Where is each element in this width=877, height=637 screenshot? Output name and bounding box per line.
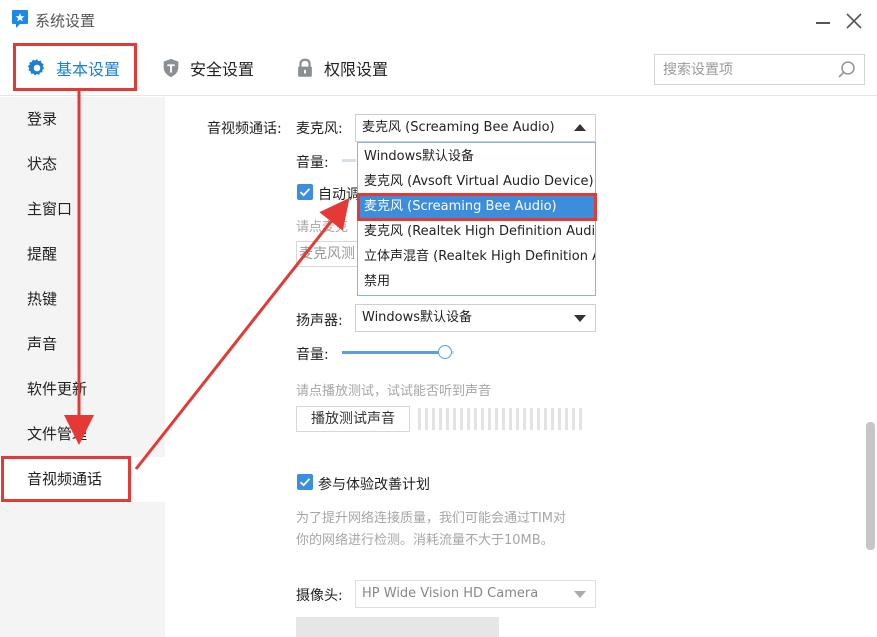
speaker-select-value: Windows默认设备	[362, 310, 473, 325]
lock-icon	[298, 58, 312, 77]
tab-security-settings-label: 安全设置	[190, 60, 255, 79]
mic-option[interactable]: 立体声混音 (Realtek High Definition A	[358, 244, 595, 269]
settings-tab-bar: 基本设置 安全设置 权限设置	[0, 40, 877, 96]
auto-adjust-checkbox[interactable]	[297, 184, 313, 200]
tab-permission-settings-label: 权限设置	[324, 60, 389, 79]
sidebar-item-sound[interactable]: 声音	[0, 322, 165, 367]
window-title: 系统设置	[35, 12, 96, 30]
av-section-label: 音视频通话:	[207, 121, 282, 137]
search-input[interactable]	[655, 55, 825, 84]
content-scrollbar-thumb[interactable]	[866, 422, 875, 550]
mic-option-selected[interactable]: 麦克风 (Screaming Bee Audio)	[358, 194, 595, 219]
speaker-volume-fill	[342, 351, 446, 354]
chevron-down-icon	[574, 591, 586, 598]
shield-icon	[163, 58, 179, 78]
tab-permission-settings[interactable]: 权限设置	[294, 40, 388, 96]
improve-plan-desc-1: 为了提升网络连接质量，我们可能会通过TIM对	[296, 511, 566, 526]
improve-plan-desc-2: 你的网络进行检测。消耗流量不大于10MB。	[296, 533, 554, 548]
tab-basic-settings-label: 基本设置	[56, 60, 121, 79]
speaker-volume-label: 音量:	[296, 347, 329, 363]
camera-select-value: HP Wide Vision HD Camera	[362, 586, 539, 601]
playback-test-button[interactable]: 播放测试声音	[296, 406, 410, 432]
speaker-label: 扬声器:	[296, 313, 343, 329]
tab-security-settings[interactable]: 安全设置	[160, 40, 254, 96]
sidebar-item-software-update[interactable]: 软件更新	[0, 367, 165, 412]
mic-label: 麦克风:	[296, 121, 343, 137]
gear-icon	[27, 59, 45, 76]
mic-option[interactable]: 麦克风 (Realtek High Definition Audio(	[358, 219, 595, 244]
camera-preview	[296, 617, 499, 637]
mic-volume-label: 音量:	[296, 155, 329, 171]
sidebar-item-file-management[interactable]: 文件管理	[0, 412, 165, 457]
sidebar-item-status[interactable]: 状态	[0, 142, 165, 187]
mic-volume-slider[interactable]	[342, 159, 356, 162]
app-logo-icon	[12, 10, 28, 28]
playback-level-meter	[418, 408, 582, 430]
sidebar-item-hotkeys[interactable]: 热键	[0, 277, 165, 322]
mic-test-button[interactable]: 麦克风测	[296, 241, 358, 267]
mic-select-value: 麦克风 (Screaming Bee Audio)	[362, 120, 555, 135]
playback-hint: 请点播放测试，试试能否听到声音	[296, 384, 492, 399]
speaker-volume-thumb[interactable]	[438, 345, 453, 359]
sidebar-item-reminders[interactable]: 提醒	[0, 232, 165, 277]
mic-test-hint: 请点麦克	[296, 220, 349, 235]
auto-adjust-label: 自动调	[318, 187, 360, 203]
camera-label: 摄像头:	[296, 588, 343, 604]
mic-select[interactable]: 麦克风 (Screaming Bee Audio)	[355, 114, 596, 142]
chevron-down-icon	[574, 315, 586, 322]
speaker-select[interactable]: Windows默认设备	[355, 304, 596, 332]
mic-option[interactable]: 麦克风 (Avsoft Virtual Audio Device)	[358, 169, 595, 194]
minimize-button[interactable]	[812, 12, 834, 32]
sidebar-item-av-call[interactable]: 音视频通话	[0, 457, 165, 502]
sidebar-item-login[interactable]: 登录	[0, 97, 165, 142]
improve-plan-checkbox[interactable]	[297, 474, 313, 490]
title-bar: 系统设置	[0, 0, 877, 40]
content-scrollbar-track	[865, 97, 877, 637]
settings-sidebar: 登录 状态 主窗口 提醒 热键 声音 软件更新 文件管理 音视频通话	[0, 97, 165, 637]
camera-select[interactable]: HP Wide Vision HD Camera	[355, 580, 596, 608]
sidebar-item-main-window[interactable]: 主窗口	[0, 187, 165, 232]
search-box	[654, 54, 865, 85]
chevron-up-icon	[574, 124, 586, 131]
checkmark-icon	[299, 188, 311, 197]
checkmark-icon	[299, 478, 311, 487]
close-icon[interactable]	[843, 10, 865, 32]
mic-option[interactable]: 禁用	[358, 269, 595, 294]
mic-dropdown-list: Windows默认设备 麦克风 (Avsoft Virtual Audio De…	[357, 142, 596, 296]
mic-option[interactable]: Windows默认设备	[358, 144, 595, 169]
tab-basic-settings[interactable]: 基本设置	[26, 40, 120, 96]
improve-plan-label: 参与体验改善计划	[318, 477, 430, 493]
search-icon[interactable]	[836, 59, 858, 81]
